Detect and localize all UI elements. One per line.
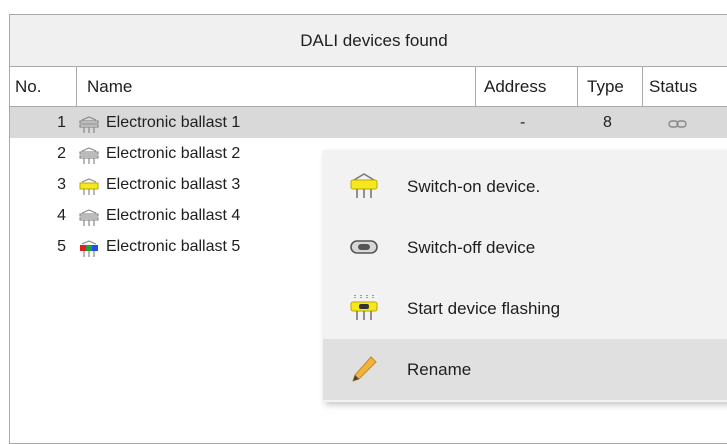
lamp-yellow-icon xyxy=(78,176,100,195)
pencil-icon xyxy=(349,355,379,383)
menu-item-start-flashing[interactable]: Start device flashing xyxy=(323,278,727,339)
device-name: Electronic ballast 2 xyxy=(106,145,241,162)
context-menu: Switch-on device. Switch-off device Star… xyxy=(323,150,727,402)
device-name: Electronic ballast 3 xyxy=(106,176,241,193)
menu-item-switch-on[interactable]: Switch-on device. xyxy=(323,156,727,217)
column-header-address[interactable]: Address xyxy=(476,67,578,106)
row-number: 5 xyxy=(57,238,66,255)
device-name: Electronic ballast 1 xyxy=(106,114,241,131)
device-name: Electronic ballast 5 xyxy=(106,238,241,255)
lamp-outline-icon xyxy=(78,145,100,164)
device-row-1[interactable]: 1 Electronic ballast 1 - 8 xyxy=(10,107,727,138)
menu-item-rename[interactable]: Rename xyxy=(323,339,727,400)
column-header-status[interactable]: Status xyxy=(643,67,727,106)
device-type: 8 xyxy=(603,114,612,131)
menu-item-label: Start device flashing xyxy=(407,299,561,318)
device-address: - xyxy=(520,114,526,131)
lamp-rgb-icon xyxy=(78,238,100,257)
row-number: 2 xyxy=(57,145,66,162)
column-header-name[interactable]: Name xyxy=(77,67,476,106)
panel-title: DALI devices found xyxy=(10,15,727,67)
column-header-row: No. Name Address Type Status xyxy=(10,67,727,107)
menu-item-label: Rename xyxy=(407,360,472,379)
menu-item-switch-off[interactable]: Switch-off device xyxy=(323,217,727,278)
column-header-type[interactable]: Type xyxy=(578,67,643,106)
row-number: 4 xyxy=(57,207,66,224)
menu-item-label: Switch-off device xyxy=(407,238,536,257)
device-name: Electronic ballast 4 xyxy=(106,207,241,224)
lamp-outline-icon xyxy=(78,114,100,133)
lamp-outline-icon xyxy=(78,207,100,226)
row-number: 3 xyxy=(57,176,66,193)
menu-item-label: Switch-on device. xyxy=(407,177,541,196)
lamp-flashing-icon xyxy=(349,294,379,322)
lamp-on-icon xyxy=(349,172,379,200)
column-header-no[interactable]: No. xyxy=(10,67,77,106)
switch-off-icon xyxy=(349,233,379,261)
row-number: 1 xyxy=(57,114,66,131)
